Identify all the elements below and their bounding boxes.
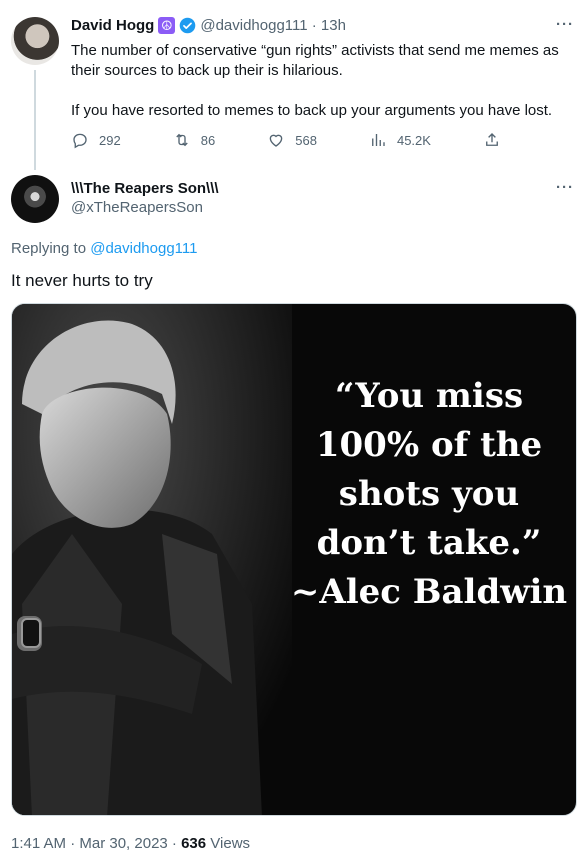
author-name[interactable]: \\\The Reapers Son\\\ [71, 180, 219, 197]
tweet-timestamp-views: 1:41 AM · Mar 30, 2023 · 636 Views [11, 835, 250, 852]
views-button[interactable]: 45.2K [369, 131, 431, 149]
quote-line: don’t take.” [316, 523, 542, 563]
heart-icon [269, 134, 283, 147]
quote-line: ~Alec Baldwin [290, 572, 568, 612]
verified-badge-icon[interactable] [179, 17, 196, 34]
meme-quote-text: “You miss 100% of the shots you don’t ta… [274, 372, 576, 617]
portrait-photo [12, 304, 292, 815]
author-handle[interactable]: @xTheReapersSon [71, 199, 203, 216]
thread-connector-line [34, 70, 36, 170]
quote-line: shots you [338, 474, 520, 514]
quote-line: “You miss [334, 376, 524, 416]
retweet-button[interactable]: 86 [173, 131, 215, 149]
share-button[interactable] [483, 131, 501, 149]
tweet-paragraph: If you have resorted to memes to back up… [71, 102, 553, 119]
avatar-reapers-son[interactable] [11, 175, 59, 223]
replying-to-handle-link[interactable]: @davidhogg111 [90, 240, 197, 257]
share-icon [486, 133, 498, 146]
reply-icon [73, 133, 87, 149]
parent-tweet-header: David Hogg ☮ @davidhogg111 · 13h [71, 17, 346, 34]
peace-sign-icon: ☮ [158, 17, 176, 34]
author-name[interactable]: David Hogg [71, 17, 154, 34]
retweet-count: 86 [200, 132, 216, 148]
retweet-icon [176, 133, 188, 147]
reply-button[interactable]: 292 [71, 131, 121, 149]
tweet-timestamp[interactable]: 1:41 AM · Mar 30, 2023 · [11, 835, 181, 852]
like-count: 568 [295, 132, 317, 148]
reply-tweet-text: It never hurts to try [11, 271, 153, 290]
like-button[interactable]: 568 [267, 131, 317, 149]
views-count[interactable]: 636 [181, 835, 206, 852]
analytics-icon [372, 134, 385, 146]
parent-tweet-text: The number of conservative “gun rights” … [71, 41, 581, 121]
author-handle-and-time[interactable]: @davidhogg111 · 13h [200, 17, 346, 34]
replying-to-label: Replying to [11, 240, 87, 257]
views-label: Views [206, 835, 251, 852]
view-count: 45.2K [396, 132, 431, 148]
tweet-action-bar: 292 86 568 45.2K [71, 131, 501, 149]
more-options-icon[interactable]: ··· [556, 16, 574, 33]
reply-tweet-header: \\\The Reapers Son\\\ [71, 180, 219, 197]
tweet-media-image[interactable]: “You miss 100% of the shots you don’t ta… [11, 303, 577, 816]
tweet-paragraph: The number of conservative “gun rights” … [71, 42, 559, 79]
avatar-david-hogg[interactable] [11, 17, 59, 65]
more-options-icon[interactable]: ··· [556, 179, 574, 196]
quote-line: 100% of the [315, 425, 543, 465]
reply-count: 292 [99, 132, 121, 148]
replying-to-line: Replying to @davidhogg111 [11, 240, 197, 257]
